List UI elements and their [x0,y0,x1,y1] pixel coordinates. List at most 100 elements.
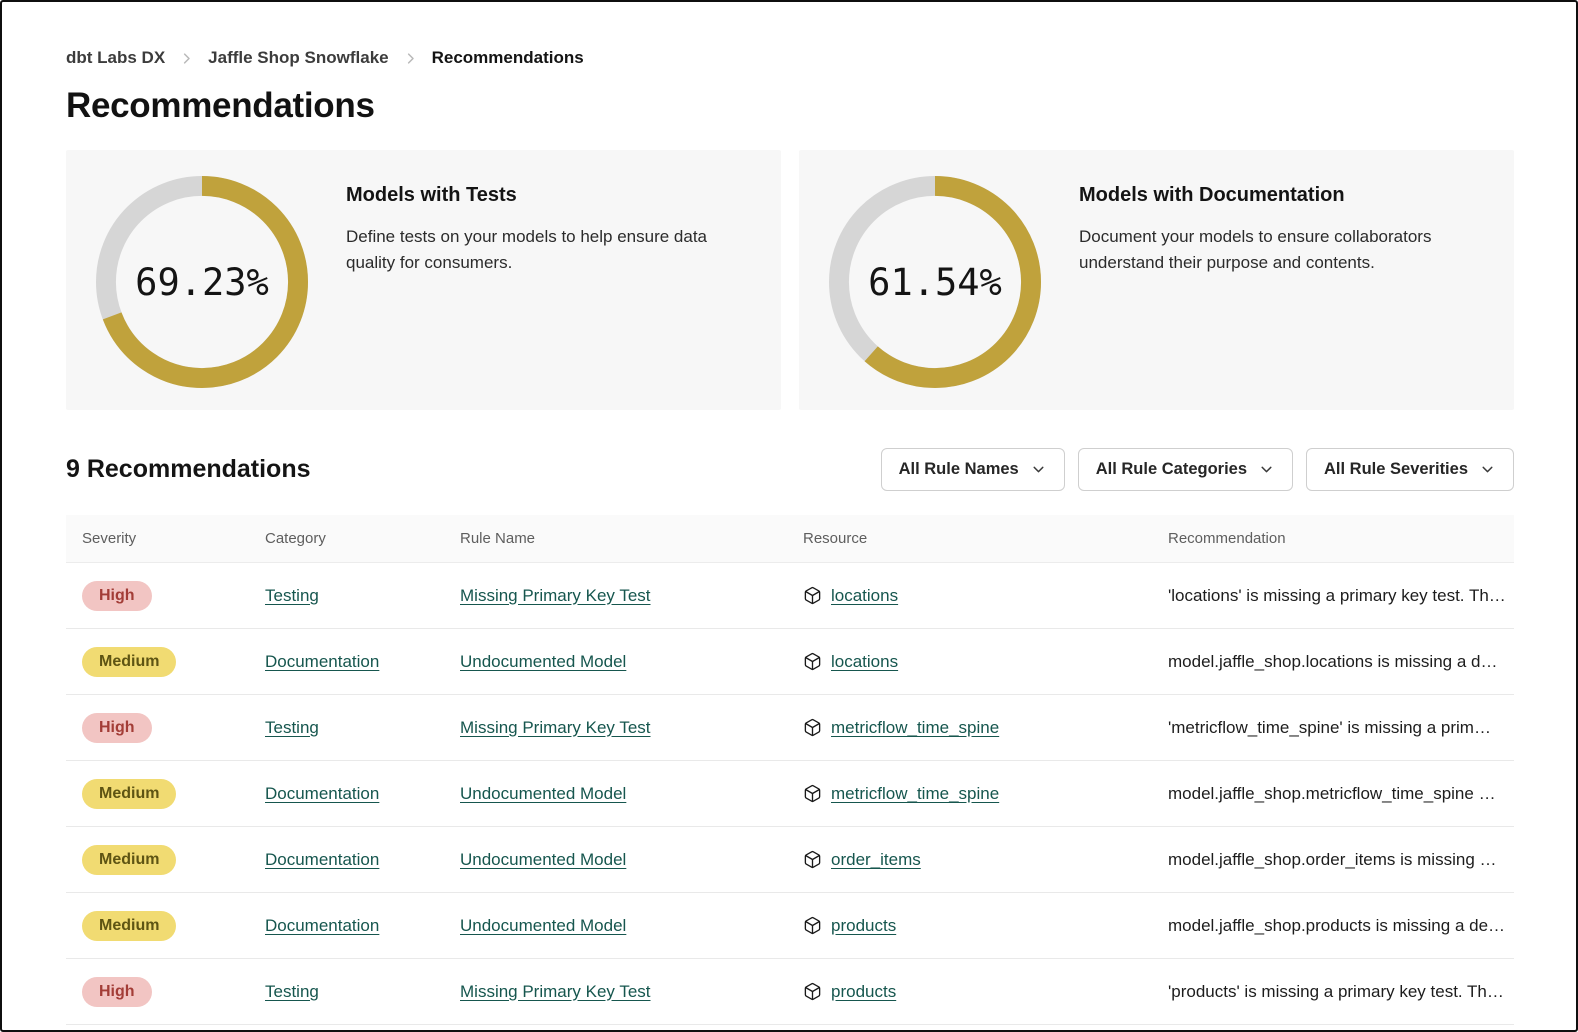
category-link[interactable]: Testing [265,586,319,605]
table-row: High Testing Missing Primary Key Test pr… [66,959,1514,1025]
resource-cell: products [787,982,1152,1002]
resource-cell: order_items [787,850,1152,870]
tests-donut-chart: 69.23% [96,176,308,388]
card-description: Document your models to ensure collabora… [1079,224,1484,275]
breadcrumb-link-project[interactable]: Jaffle Shop Snowflake [208,48,388,68]
rule-names-filter-dropdown[interactable]: All Rule Names [881,448,1065,491]
filter-label: All Rule Names [899,460,1019,479]
recommendation-text: model.jaffle_shop.order_items is missing… [1152,850,1514,870]
resource-link[interactable]: products [831,982,896,1002]
category-link[interactable]: Documentation [265,916,379,935]
severity-badge: Medium [82,845,176,875]
rule-categories-filter-dropdown[interactable]: All Rule Categories [1078,448,1293,491]
recommendation-text: 'locations' is missing a primary key tes… [1152,586,1514,606]
resource-cell: metricflow_time_spine [787,784,1152,804]
category-cell: Testing [249,982,444,1002]
model-box-icon [803,850,822,869]
category-cell: Documentation [249,850,444,870]
chevron-down-icon [1258,461,1275,478]
tests-percent-value: 69.23% [96,176,308,388]
page-title: Recommendations [66,86,1514,126]
severity-cell: Medium [66,845,249,875]
severity-badge: Medium [82,779,176,809]
rule-name-link[interactable]: Missing Primary Key Test [460,982,651,1001]
category-link[interactable]: Documentation [265,652,379,671]
category-link[interactable]: Documentation [265,850,379,869]
recommendation-text: model.jaffle_shop.locations is missing a… [1152,652,1514,672]
breadcrumb: dbt Labs DX Jaffle Shop Snowflake Recomm… [66,48,1514,68]
chevron-right-icon [403,51,418,66]
resource-link[interactable]: order_items [831,850,921,870]
model-box-icon [803,586,822,605]
rule-name-cell: Missing Primary Key Test [444,982,787,1002]
models-with-documentation-card: 61.54% Models with Documentation Documen… [799,150,1514,410]
resource-link[interactable]: metricflow_time_spine [831,784,999,804]
severity-badge: High [82,977,152,1007]
category-link[interactable]: Testing [265,718,319,737]
recommendations-table: Severity Category Rule Name Resource Rec… [66,515,1514,1025]
breadcrumb-current-page: Recommendations [432,48,584,68]
model-box-icon [803,982,822,1001]
rule-name-link[interactable]: Undocumented Model [460,784,626,803]
filter-bar: 9 Recommendations All Rule Names All Rul… [66,448,1514,491]
rule-name-link[interactable]: Undocumented Model [460,916,626,935]
column-header-category: Category [249,515,444,562]
app-window: dbt Labs DX Jaffle Shop Snowflake Recomm… [0,0,1578,1032]
category-cell: Documentation [249,916,444,936]
table-body: High Testing Missing Primary Key Test lo… [66,563,1514,1025]
card-text: Models with Documentation Document your … [1079,176,1484,275]
rule-name-cell: Missing Primary Key Test [444,586,787,606]
column-header-rule-name: Rule Name [444,515,787,562]
table-row: High Testing Missing Primary Key Test lo… [66,563,1514,629]
resource-link[interactable]: locations [831,586,898,606]
page-content: dbt Labs DX Jaffle Shop Snowflake Recomm… [2,2,1576,1025]
rule-name-link[interactable]: Undocumented Model [460,850,626,869]
breadcrumb-link-account[interactable]: dbt Labs DX [66,48,165,68]
filter-label: All Rule Categories [1096,460,1247,479]
card-text: Models with Tests Define tests on your m… [346,176,751,275]
metric-cards: 69.23% Models with Tests Define tests on… [66,150,1514,410]
resource-cell: metricflow_time_spine [787,718,1152,738]
chevron-down-icon [1030,461,1047,478]
model-box-icon [803,718,822,737]
severity-cell: Medium [66,779,249,809]
severity-cell: High [66,713,249,743]
severity-badge: High [82,581,152,611]
rule-name-cell: Undocumented Model [444,784,787,804]
recommendation-text: model.jaffle_shop.metricflow_time_spine … [1152,784,1514,804]
table-row: Medium Documentation Undocumented Model … [66,893,1514,959]
resource-link[interactable]: metricflow_time_spine [831,718,999,738]
category-cell: Testing [249,586,444,606]
category-link[interactable]: Testing [265,982,319,1001]
resource-cell: products [787,916,1152,936]
recommendation-text: model.jaffle_shop.products is missing a … [1152,916,1514,936]
column-header-resource: Resource [787,515,1152,562]
rule-name-cell: Missing Primary Key Test [444,718,787,738]
resource-cell: locations [787,652,1152,672]
recommendation-text: 'metricflow_time_spine' is missing a pri… [1152,718,1514,738]
category-cell: Testing [249,718,444,738]
recommendation-text: 'products' is missing a primary key test… [1152,982,1514,1002]
column-header-recommendation: Recommendation [1152,515,1514,562]
category-link[interactable]: Documentation [265,784,379,803]
resource-link[interactable]: locations [831,652,898,672]
table-header: Severity Category Rule Name Resource Rec… [66,515,1514,563]
category-cell: Documentation [249,784,444,804]
chevron-down-icon [1479,461,1496,478]
filter-label: All Rule Severities [1324,460,1468,479]
rule-name-link[interactable]: Missing Primary Key Test [460,718,651,737]
card-title: Models with Documentation [1079,184,1484,207]
severity-cell: Medium [66,911,249,941]
rule-name-link[interactable]: Missing Primary Key Test [460,586,651,605]
severity-cell: High [66,977,249,1007]
severity-cell: High [66,581,249,611]
model-box-icon [803,784,822,803]
resource-link[interactable]: products [831,916,896,936]
model-box-icon [803,652,822,671]
rule-name-link[interactable]: Undocumented Model [460,652,626,671]
rule-name-cell: Undocumented Model [444,850,787,870]
table-row: Medium Documentation Undocumented Model … [66,761,1514,827]
table-row: Medium Documentation Undocumented Model … [66,629,1514,695]
rule-severities-filter-dropdown[interactable]: All Rule Severities [1306,448,1514,491]
severity-badge: Medium [82,911,176,941]
